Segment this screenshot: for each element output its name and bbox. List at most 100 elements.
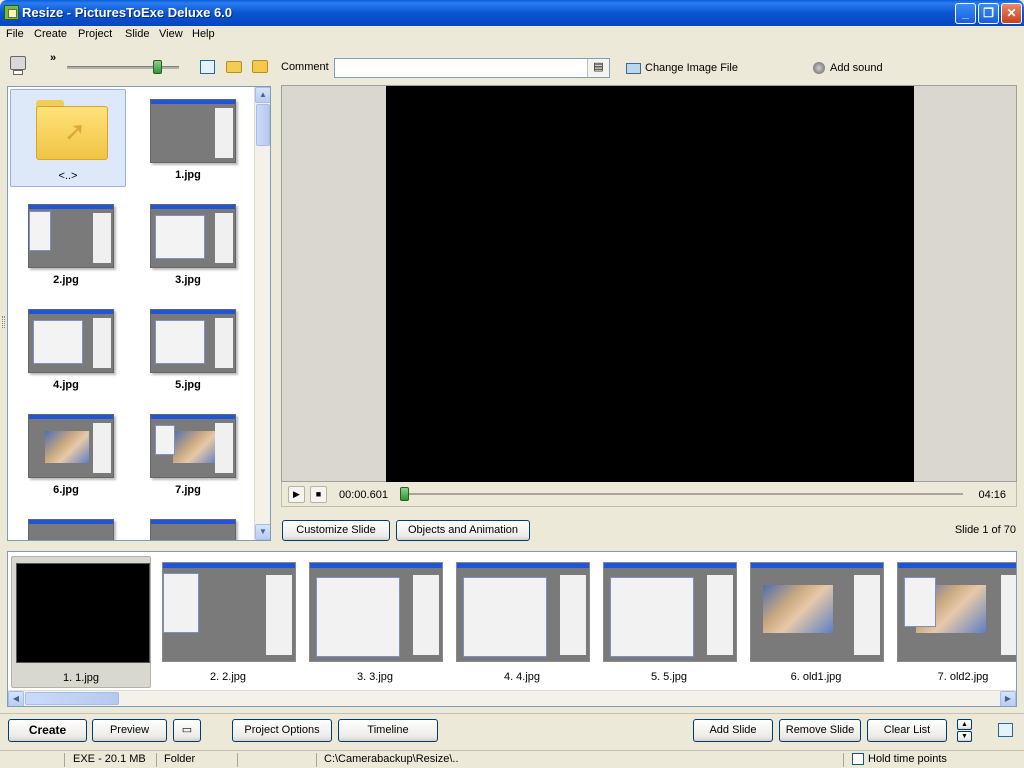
- browser-thumbnail: [150, 309, 236, 373]
- slide-list-horizontal-scrollbar[interactable]: ◀ ▶: [8, 690, 1016, 706]
- printer-icon[interactable]: [10, 56, 26, 70]
- remove-slide-button[interactable]: Remove Slide: [779, 719, 861, 742]
- window-title: Resize - PicturesToExe Deluxe 6.0: [22, 5, 233, 20]
- browser-item-partial[interactable]: [8, 509, 124, 540]
- browser-item-label: 6.jpg: [53, 484, 79, 496]
- comment-input[interactable]: [334, 58, 610, 78]
- objects-and-animation-button[interactable]: Objects and Animation: [396, 520, 530, 541]
- browser-item-label: 1.jpg: [175, 169, 201, 181]
- browser-thumbnail: [150, 414, 236, 478]
- browser-item-parent-folder[interactable]: ➚ <..>: [10, 89, 126, 187]
- clear-list-button[interactable]: Clear List: [867, 719, 947, 742]
- slide-item[interactable]: 3. 3.jpg: [305, 556, 445, 688]
- restore-button[interactable]: ❐: [978, 3, 999, 24]
- preview-button[interactable]: Preview: [92, 719, 167, 742]
- expand-window-icon[interactable]: [998, 723, 1013, 737]
- slide-list-scroll-thumb[interactable]: [25, 692, 119, 705]
- browser-item[interactable]: 2.jpg: [8, 194, 124, 292]
- playback-track[interactable]: [405, 493, 963, 495]
- menu-project[interactable]: Project: [78, 28, 112, 40]
- status-separator: [237, 753, 238, 767]
- move-down-button[interactable]: ▼: [957, 731, 972, 742]
- browser-item-partial[interactable]: [130, 509, 246, 540]
- create-button[interactable]: Create: [8, 719, 87, 742]
- total-time: 04:16: [978, 489, 1006, 501]
- menu-help[interactable]: Help: [192, 28, 215, 40]
- add-sound-label: Add sound: [830, 62, 883, 74]
- comment-edit-button[interactable]: ▤: [587, 59, 609, 77]
- project-options-button[interactable]: Project Options: [232, 719, 332, 742]
- browser-thumbnail: [28, 204, 114, 268]
- slide-thumbnail: [750, 562, 884, 662]
- browser-item-label: 4.jpg: [53, 379, 79, 391]
- fullscreen-preview-button[interactable]: ▭: [173, 719, 201, 742]
- slide-item[interactable]: 6. old1.jpg: [746, 556, 886, 688]
- open-window-icon[interactable]: [200, 60, 215, 74]
- change-image-file-button[interactable]: Change Image File: [626, 62, 738, 74]
- minimize-button[interactable]: _: [955, 3, 976, 24]
- scroll-left-button[interactable]: ◀: [8, 691, 24, 706]
- hold-time-points-checkbox[interactable]: [852, 753, 864, 765]
- slide-thumbnail: [897, 562, 1016, 662]
- browser-thumbnail: [28, 414, 114, 478]
- slide-label: 4. 4.jpg: [503, 671, 541, 683]
- menu-file[interactable]: File: [6, 28, 24, 40]
- browser-scroll-thumb[interactable]: [256, 104, 270, 146]
- slide-item[interactable]: 1. 1.jpg: [11, 556, 151, 688]
- toolbar-overflow-icon[interactable]: »: [50, 52, 56, 64]
- add-sound-button[interactable]: Add sound: [813, 62, 883, 75]
- panel-splitter-grip[interactable]: [2, 316, 5, 328]
- image-icon: [626, 62, 641, 74]
- exe-size: EXE - 20.1 MB: [73, 753, 146, 765]
- thumbnail-size-slider-track[interactable]: [67, 66, 179, 69]
- add-slide-button[interactable]: Add Slide: [693, 719, 773, 742]
- browser-item-label: 7.jpg: [175, 484, 201, 496]
- slide-item[interactable]: 5. 5.jpg: [599, 556, 739, 688]
- stop-button[interactable]: ■: [310, 486, 327, 503]
- slide-label: 1. 1.jpg: [62, 672, 100, 684]
- browser-item[interactable]: 5.jpg: [130, 299, 246, 397]
- folder-open-icon[interactable]: [226, 61, 242, 73]
- title-bar: Resize - PicturesToExe Deluxe 6.0 _ ❐ ✕: [0, 0, 1024, 26]
- menu-create[interactable]: Create: [34, 28, 67, 40]
- slide-item[interactable]: 4. 4.jpg: [452, 556, 592, 688]
- status-separator: [64, 753, 65, 767]
- browser-vertical-scrollbar[interactable]: ▲ ▼: [254, 87, 270, 540]
- folder-up-icon: ➚: [36, 100, 108, 160]
- browser-thumbnail: [28, 519, 114, 540]
- slide-thumbnail: [16, 563, 150, 663]
- browser-item[interactable]: 1.jpg: [130, 89, 246, 187]
- scroll-down-button[interactable]: ▼: [255, 524, 270, 540]
- current-time: 00:00.601: [339, 489, 388, 501]
- close-button[interactable]: ✕: [1001, 3, 1022, 24]
- browser-item[interactable]: 6.jpg: [8, 404, 124, 502]
- thumbnail-size-slider-thumb[interactable]: [153, 60, 162, 74]
- current-path: C:\Camerabackup\Resize\..: [324, 753, 459, 765]
- status-bar: EXE - 20.1 MB Folder C:\Camerabackup\Res…: [0, 750, 1024, 768]
- scroll-right-button[interactable]: ▶: [1000, 691, 1016, 706]
- slide-item[interactable]: 2. 2.jpg: [158, 556, 298, 688]
- browser-item[interactable]: 4.jpg: [8, 299, 124, 397]
- slide-item[interactable]: 7. old2.jpg: [893, 556, 1016, 688]
- folder-up-icon[interactable]: [252, 60, 268, 73]
- menu-view[interactable]: View: [159, 28, 183, 40]
- comment-label: Comment: [281, 61, 329, 73]
- menu-slide[interactable]: Slide: [125, 28, 149, 40]
- browser-mode: Folder: [164, 753, 196, 765]
- browser-thumbnail: [150, 99, 236, 163]
- browser-item[interactable]: 3.jpg: [130, 194, 246, 292]
- slide-label: 5. 5.jpg: [650, 671, 688, 683]
- scroll-up-button[interactable]: ▲: [255, 87, 270, 103]
- hold-time-points-label: Hold time points: [868, 753, 947, 765]
- browser-item[interactable]: 7.jpg: [130, 404, 246, 502]
- playback-thumb[interactable]: [400, 487, 409, 501]
- slide-label: 3. 3.jpg: [356, 671, 394, 683]
- play-button[interactable]: ▶: [288, 486, 305, 503]
- timeline-button[interactable]: Timeline: [338, 719, 438, 742]
- printer-sub-icon: [13, 70, 23, 75]
- customize-slide-button[interactable]: Customize Slide: [282, 520, 390, 541]
- move-up-button[interactable]: ▲: [957, 719, 972, 730]
- browser-item-label: 5.jpg: [175, 379, 201, 391]
- slide-counter: Slide 1 of 70: [954, 524, 1016, 536]
- slide-list: 1. 1.jpg 2. 2.jpg 3. 3.jpg 4. 4.jpg 5. 5…: [7, 551, 1017, 707]
